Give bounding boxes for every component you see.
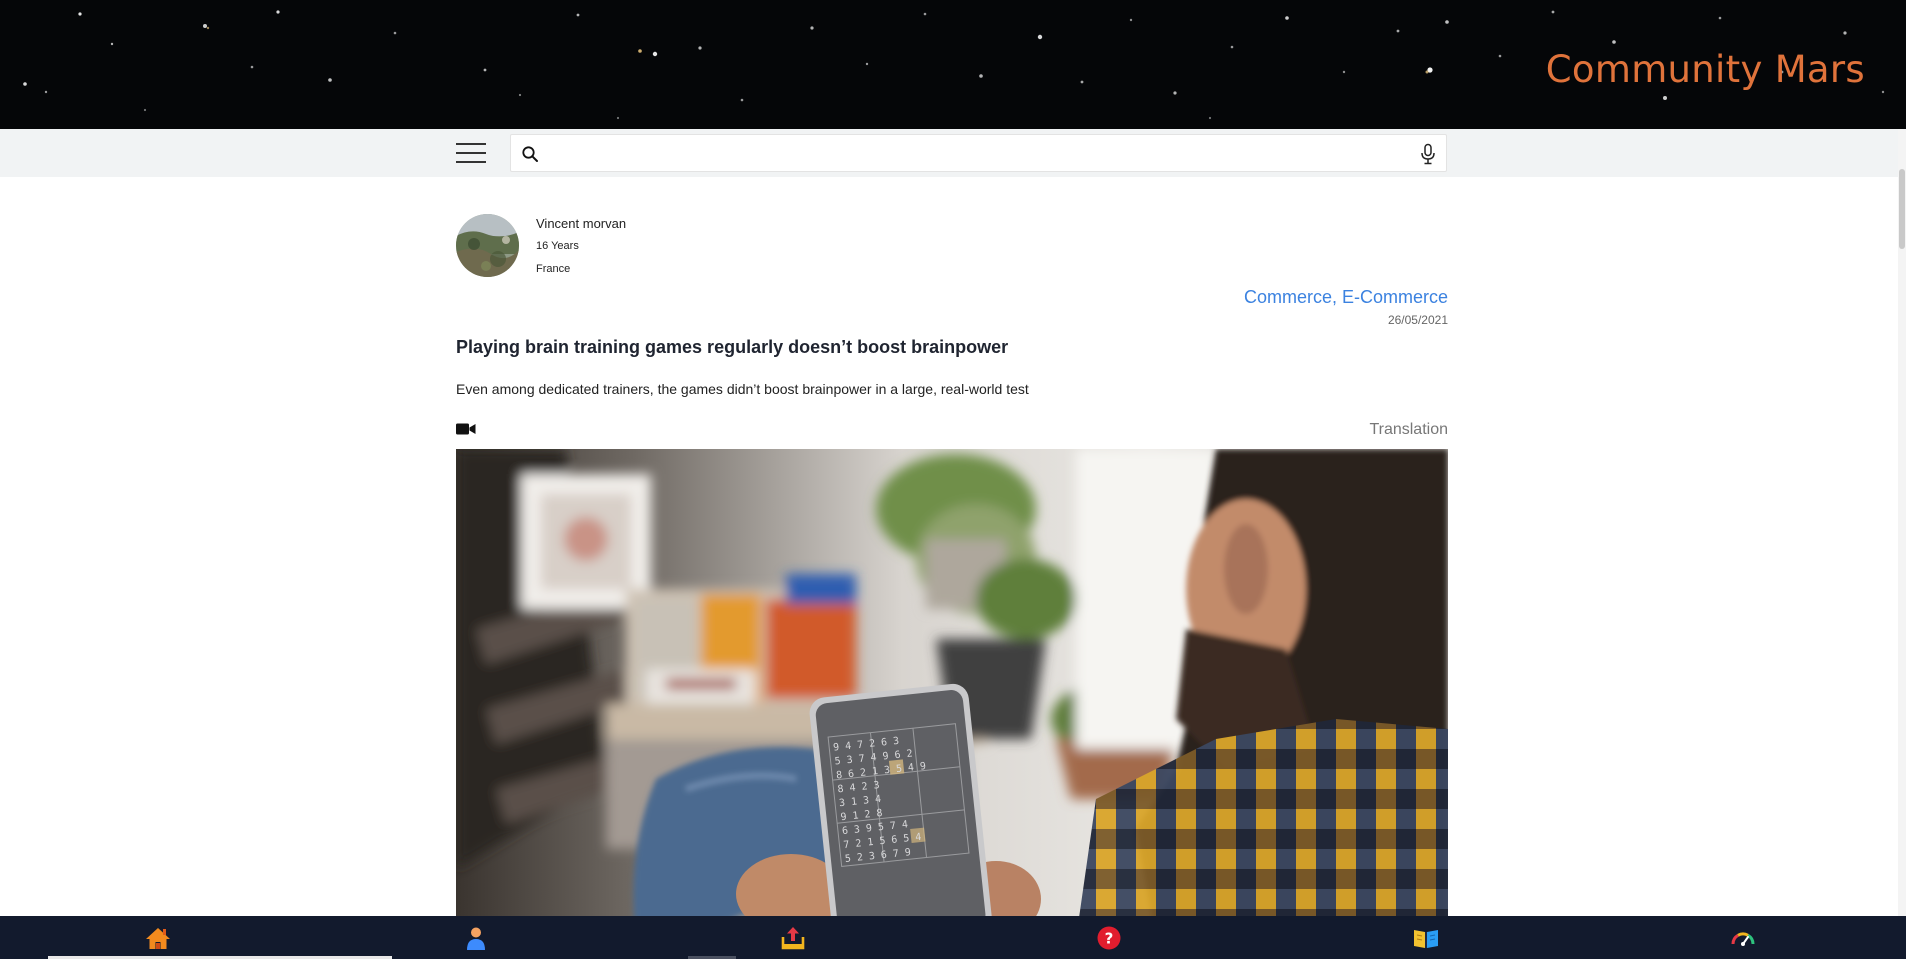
post-image[interactable]: 9 4 7 2 6 3 5 3 7 4 9 6 2 8 6 2 1 3 5 4 … <box>456 449 1448 939</box>
help-icon[interactable]: ? <box>1095 924 1123 952</box>
scrollbar-thumb[interactable] <box>1899 169 1905 249</box>
toolbar <box>0 129 1906 177</box>
hamburger-line <box>456 161 486 163</box>
post-category-link[interactable]: Commerce, E-Commerce <box>1244 287 1448 308</box>
author-age: 16 Years <box>536 240 579 252</box>
site-title[interactable]: Community Mars <box>1546 48 1865 91</box>
avatar-image <box>456 214 519 277</box>
svg-text:?: ? <box>1105 930 1114 948</box>
page-scrollbar[interactable] <box>1898 129 1906 916</box>
microphone-icon[interactable] <box>1418 143 1438 165</box>
upload-icon[interactable] <box>779 924 807 952</box>
hamburger-menu-button[interactable] <box>456 141 486 165</box>
post-title[interactable]: Playing brain training games regularly d… <box>456 337 1008 358</box>
gauge-icon[interactable] <box>1729 924 1757 952</box>
post-photo-man-playing-sudoku: 9 4 7 2 6 3 5 3 7 4 9 6 2 8 6 2 1 3 5 4 … <box>456 449 1448 939</box>
author-name[interactable]: Vincent morvan <box>536 216 626 231</box>
header-banner: Community Mars <box>0 0 1906 129</box>
post-summary: Even among dedicated trainers, the games… <box>456 381 1029 397</box>
profile-icon[interactable] <box>462 924 490 952</box>
author-country: France <box>536 263 571 275</box>
home-icon[interactable] <box>144 924 172 952</box>
search-input[interactable] <box>547 139 1407 167</box>
bottom-navigation: ? <box>0 916 1906 959</box>
book-icon[interactable] <box>1412 924 1440 952</box>
search-icon[interactable] <box>521 145 539 163</box>
hamburger-line <box>456 143 486 145</box>
video-camera-icon[interactable] <box>456 423 476 435</box>
search-bar[interactable] <box>510 134 1447 172</box>
post-date: 26/05/2021 <box>1387 313 1448 327</box>
author-avatar[interactable] <box>456 214 519 277</box>
translation-button[interactable]: Translation <box>1369 421 1448 439</box>
hamburger-line <box>456 152 486 154</box>
